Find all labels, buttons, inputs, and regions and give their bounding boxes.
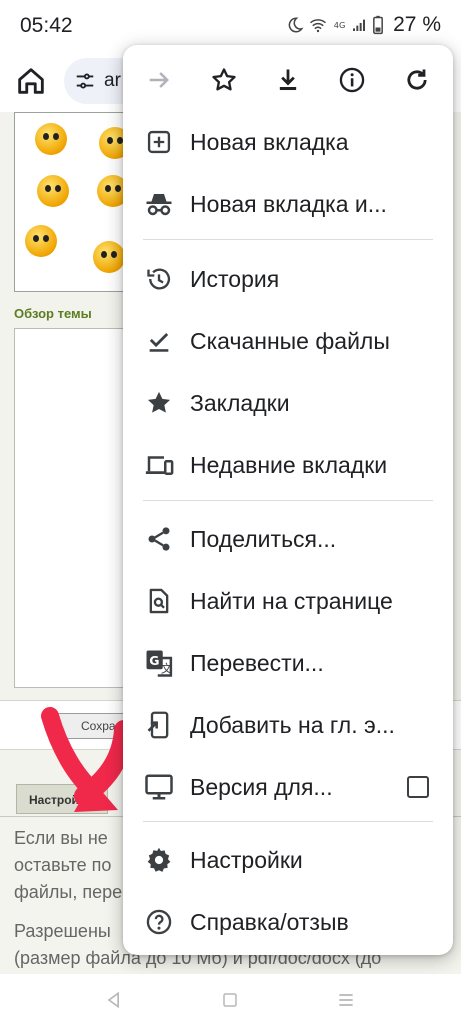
menu-item-help[interactable]: Справка/отзыв (123, 891, 453, 953)
downloads-icon (149, 333, 169, 352)
history-icon (147, 268, 171, 290)
tune-icon[interactable] (74, 70, 96, 92)
smiley-image[interactable] (37, 175, 69, 207)
info-icon (340, 67, 365, 93)
new-tab-icon (147, 130, 171, 154)
forward-button[interactable] (135, 56, 183, 104)
address-text: ar (104, 70, 121, 91)
topic-preview-label: Обзор темы (14, 306, 92, 321)
menu-item-desktop-version[interactable]: Версия для... (123, 756, 453, 818)
menu-item-label: Добавить на гл. э... (190, 711, 395, 738)
menu-item-label: Версия для... (190, 773, 333, 800)
system-nav-bar (0, 974, 461, 1024)
menu-item-label: Закладки (190, 389, 290, 416)
moon-icon (288, 17, 304, 33)
bookmarks-icon (147, 391, 171, 413)
menu-item-label: Недавние вкладки (190, 451, 388, 478)
menu-item-downloads[interactable]: Скачанные файлы (123, 310, 453, 372)
menu-icon-row (123, 45, 453, 115)
download-icon (279, 69, 297, 91)
nav-home-button[interactable] (216, 986, 244, 1014)
nav-recents-button[interactable] (332, 986, 360, 1014)
volte-icon: 4G (334, 20, 346, 30)
find-in-page-icon (149, 588, 169, 614)
menu-item-translate[interactable]: G文 Перевести... (123, 632, 453, 694)
add-to-home-icon (147, 711, 169, 739)
menu-divider (143, 500, 433, 501)
topic-preview-box (14, 328, 134, 688)
info-line: Разрешены (14, 921, 111, 941)
smiley-panel (14, 112, 134, 292)
bookmark-button[interactable] (200, 56, 248, 104)
svg-text:4G: 4G (334, 20, 346, 30)
status-time: 05:42 (20, 14, 73, 37)
menu-item-history[interactable]: История (123, 248, 453, 310)
download-page-button[interactable] (264, 56, 312, 104)
home-button[interactable] (14, 64, 48, 98)
menu-item-label: Найти на странице (190, 587, 393, 614)
menu-item-label: Настройки (190, 846, 303, 873)
back-icon (107, 991, 119, 1009)
smiley-image[interactable] (25, 225, 57, 257)
info-line: оставьте по (14, 855, 112, 875)
forward-icon (149, 72, 170, 88)
menu-divider (143, 821, 433, 822)
bookmark-star-icon (211, 68, 236, 91)
menu-item-label: Поделиться... (190, 525, 337, 552)
desktop-icon (145, 774, 173, 800)
svg-text:G: G (149, 653, 159, 668)
recents-icon (339, 994, 353, 1006)
menu-item-label: Скачанные файлы (190, 327, 390, 354)
overflow-menu: Новая вкладка Новая вкладка и... История… (123, 45, 453, 955)
menu-item-label: История (190, 265, 280, 292)
svg-text:文: 文 (161, 661, 172, 675)
menu-item-bookmarks[interactable]: Закладки (123, 372, 453, 434)
menu-item-add-to-home[interactable]: Добавить на гл. э... (123, 694, 453, 756)
page-info-button[interactable] (328, 56, 376, 104)
wifi-icon (310, 19, 327, 33)
incognito-icon (146, 194, 172, 216)
translate-icon: G文 (146, 650, 172, 677)
smiley-image[interactable] (93, 241, 125, 273)
help-icon (146, 909, 172, 935)
home-square-icon (223, 993, 237, 1007)
smiley-image[interactable] (35, 123, 67, 155)
menu-item-new-tab[interactable]: Новая вкладка (123, 111, 453, 173)
menu-item-label: Справка/отзыв (190, 908, 349, 935)
battery-percent: 27 % (393, 13, 441, 36)
menu-item-label: Новая вкладка и... (190, 190, 387, 217)
settings-icon (147, 847, 171, 872)
menu-item-recent-tabs[interactable]: Недавние вкладки (123, 434, 453, 496)
menu-item-label: Перевести... (190, 649, 324, 676)
share-icon (148, 527, 170, 551)
info-line: Если вы не (14, 828, 108, 848)
desktop-version-checkbox[interactable] (407, 776, 429, 798)
nav-back-button[interactable] (100, 986, 128, 1014)
refresh-icon (407, 69, 427, 90)
menu-item-incognito-tab[interactable]: Новая вкладка и... (123, 173, 453, 235)
signal-icon (353, 19, 366, 31)
menu-item-settings[interactable]: Настройки (123, 829, 453, 891)
refresh-button[interactable] (393, 56, 441, 104)
recent-tabs-icon (145, 456, 174, 475)
battery-icon (373, 15, 384, 35)
info-line: файлы, пере (14, 882, 123, 902)
menu-item-share[interactable]: Поделиться... (123, 508, 453, 570)
menu-item-label: Новая вкладка (190, 128, 349, 155)
home-icon (18, 68, 44, 94)
status-icons: 4G 27 % (286, 13, 441, 37)
menu-item-find-in-page[interactable]: Найти на странице (123, 570, 453, 632)
menu-divider (143, 239, 433, 240)
